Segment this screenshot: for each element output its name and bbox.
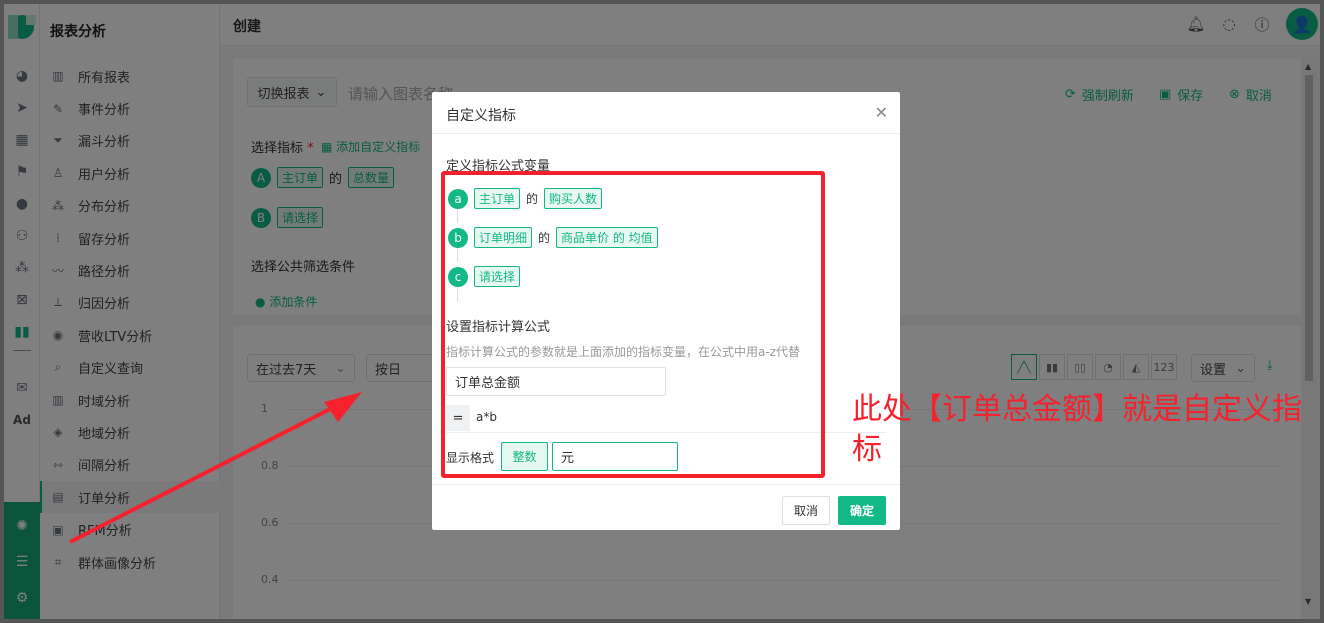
annotation-arrow (69, 392, 362, 544)
app-window: ◕ ➤ ▦ ⚑ ● ⚇ ⁂ ⊠ ▮▮ ✉ Ad ✺ ☰ ⚙ 报表分析 ▥所有报表… (4, 4, 1320, 619)
